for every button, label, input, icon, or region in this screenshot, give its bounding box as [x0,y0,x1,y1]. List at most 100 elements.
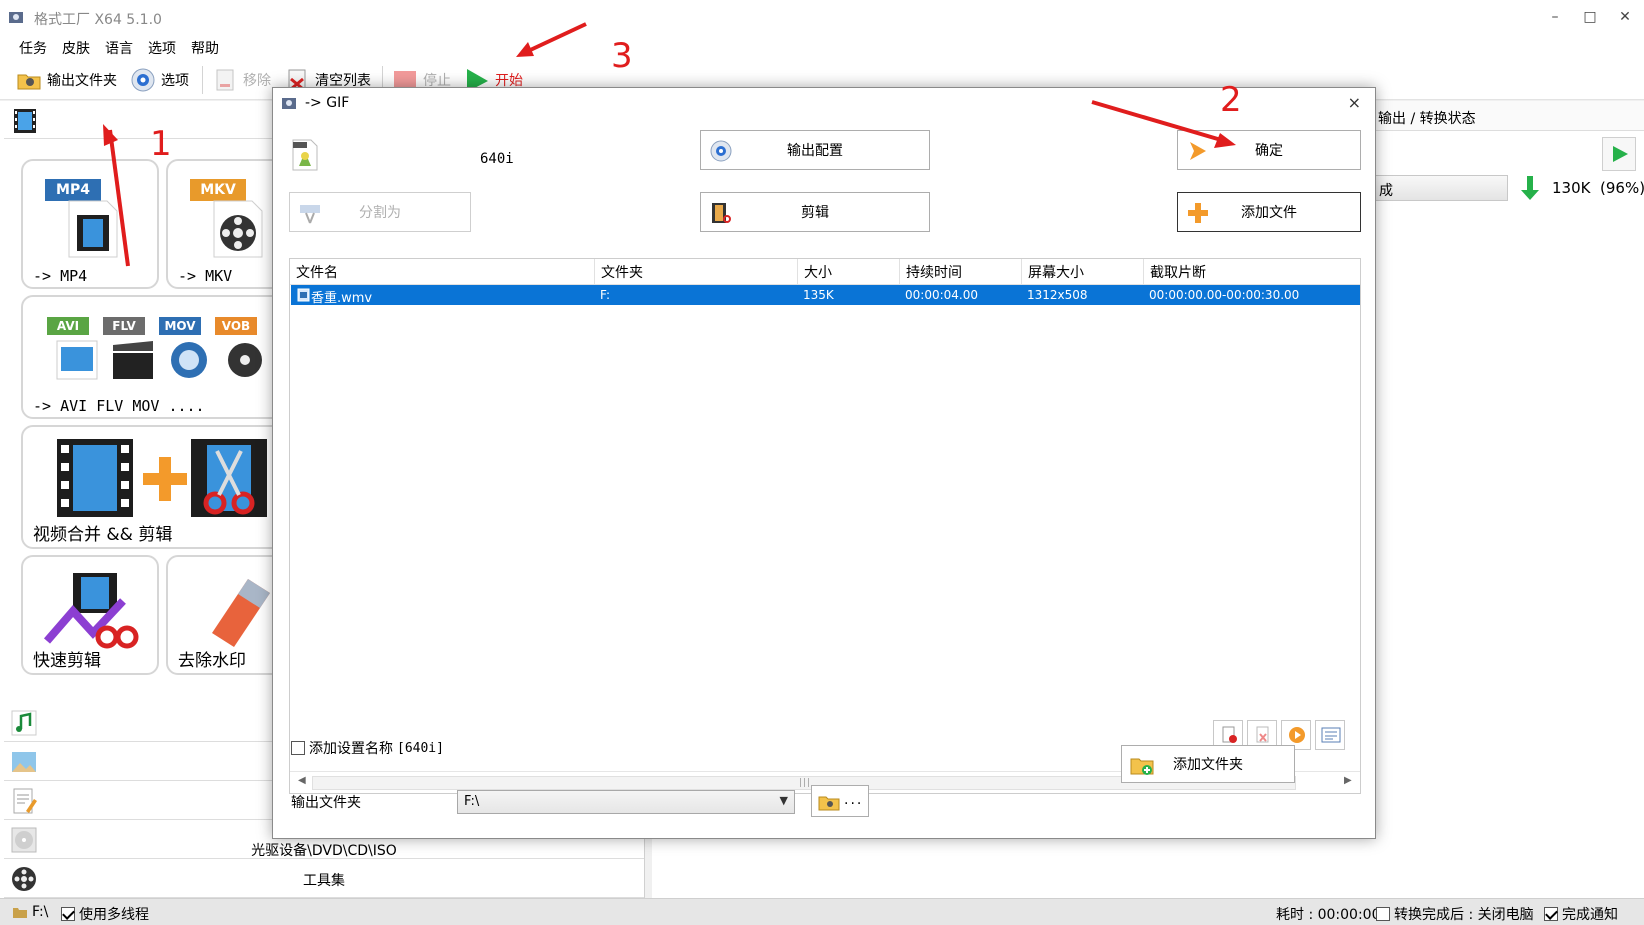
add-file-label: 添加文件 [1241,205,1297,221]
clapper-icon [113,341,153,379]
edit-button[interactable]: 剪辑 [700,192,930,232]
options-button[interactable]: 选项 [130,66,189,94]
add-folder-button[interactable]: 添加文件夹 [1121,745,1295,783]
output-folder-button[interactable]: 输出文件夹 [16,66,117,94]
picture-icon [12,752,36,772]
document-icon [13,788,37,814]
quicktime-icon [171,342,207,378]
task-percent-value: (96%) [1600,179,1644,197]
flv-badge: FLV [103,317,145,335]
col-screen-size[interactable]: 屏幕大小 [1022,259,1144,285]
menu-options[interactable]: 选项 [148,38,176,58]
remove-label: 移除 [243,73,271,89]
col-clip-range[interactable]: 截取片断 [1144,259,1360,285]
folder-icon [17,74,41,90]
task-start-button[interactable] [1602,137,1636,171]
output-folder-select[interactable]: F:\ ▼ [457,790,795,814]
file-list-table: 文件名 文件夹 大小 持续时间 屏幕大小 截取片断 香重.wmv F: 135K… [289,258,1361,794]
film-reel-icon [213,200,263,258]
output-status-header: 输出 / 转换状态 [1378,111,1476,127]
output-config-button[interactable]: 输出配置 [700,130,930,170]
table-row[interactable]: 香重.wmv F: 135K 00:00:04.00 1312x508 00:0… [291,285,1360,306]
table-header: 文件名 文件夹 大小 持续时间 屏幕大小 截取片断 [290,259,1360,285]
output-config-label: 输出配置 [787,143,843,159]
multithread-checkbox[interactable]: 使用多线程 [61,904,149,924]
download-arrow-icon [1521,176,1539,200]
info-card-icon [1321,727,1341,743]
menu-help[interactable]: 帮助 [191,38,219,58]
add-setting-name-check[interactable] [291,741,305,755]
col-filename[interactable]: 文件名 [290,259,595,285]
film-scissors-icon [712,203,731,223]
menu-task[interactable]: 任务 [19,38,47,58]
mkv-caption: -> MKV [178,267,233,285]
avi-file-icon [56,340,98,380]
task-status-text: 成 [1379,183,1393,199]
notify-checkbox[interactable]: 完成通知 [1544,904,1618,924]
music-note-icon [11,710,37,736]
app-logo-icon [9,12,23,23]
film-strip-icon [14,109,36,133]
after-convert-checkbox[interactable]: 转换完成后 : 关闭电脑 [1376,904,1534,924]
folder-icon [13,908,27,918]
ok-button[interactable]: 确定 [1177,130,1361,170]
row-screen-size: 1312x508 [1027,288,1088,302]
add-setting-name-checkbox[interactable]: 添加设置名称 [640i] [291,738,444,758]
gear-icon [710,140,732,162]
after-convert-label: 转换完成后 : 关闭电脑 [1394,907,1534,923]
remove-button[interactable]: 移除 [212,66,271,94]
plus-icon [1188,203,1208,223]
mp4-tile[interactable]: MP4 -> MP4 [21,159,159,289]
status-bar: F:\ 使用多线程 耗时 : 00:00:00 转换完成后 : 关闭电脑 完成通… [0,898,1644,925]
maximize-button[interactable]: □ [1575,6,1605,28]
annotation-number-3: 3 [611,36,633,76]
menu-language[interactable]: 语言 [105,38,133,58]
film-scissors-icon [191,439,267,517]
col-duration[interactable]: 持续时间 [900,259,1022,285]
title-bar: 格式工厂 X64 5.1.0 – □ ✕ [0,0,1644,34]
mkv-badge: MKV [190,179,246,201]
vob-badge: VOB [215,317,257,335]
avi-badge: AVI [47,317,89,335]
row-duration: 00:00:04.00 [905,288,978,302]
col-folder[interactable]: 文件夹 [595,259,798,285]
toolbar-separator [202,66,203,94]
col-size[interactable]: 大小 [798,259,900,285]
annotation-number-1: 1 [150,124,172,164]
add-setting-name-label: 添加设置名称 [309,741,393,757]
plus-icon [143,457,187,501]
gif-file-icon [292,139,318,171]
category-tools[interactable]: 工具集 [4,860,644,898]
menu-skin[interactable]: 皮肤 [62,38,90,58]
split-button[interactable]: 分割为 [289,192,471,232]
scroll-right-arrow-icon[interactable]: ▶ [1344,775,1352,786]
close-button[interactable]: ✕ [1610,6,1640,28]
multi-format-tile[interactable]: AVI FLV MOV VOB -> AVI FLV MOV .... [21,295,304,419]
row-clip-range: 00:00:00.00-00:00:30.00 [1149,288,1300,302]
merge-edit-tile[interactable]: 视频合并 && 剪辑 [21,425,304,549]
remove-file-icon [1222,726,1237,743]
quick-edit-tile[interactable]: 快速剪辑 [21,555,159,675]
merge-edit-caption: 视频合并 && 剪辑 [33,525,173,545]
media-info-button[interactable] [1315,720,1345,750]
video-file-icon [297,288,310,302]
mp4-caption: -> MP4 [33,267,88,285]
gear-icon [131,68,155,92]
gif-convert-dialog: -> GIF × 640i 输出配置 确定 分割为 剪辑 添加文件 文件名 文件… [272,87,1376,839]
browse-folder-button[interactable]: ... [811,785,869,817]
split-label: 分割为 [359,205,401,221]
scroll-left-arrow-icon[interactable]: ◀ [298,775,306,786]
add-file-button[interactable]: 添加文件 [1177,192,1361,232]
scrollbar-grip-icon: ||| [799,778,812,788]
multithread-label: 使用多线程 [79,907,149,923]
dialog-close-button[interactable]: × [1348,93,1361,112]
quick-edit-icon [43,573,139,649]
folder-icon [818,796,840,811]
multithread-check[interactable] [61,907,75,921]
minimize-button[interactable]: – [1540,6,1570,28]
row-folder: F: [600,288,611,302]
notify-check[interactable] [1544,907,1558,921]
after-convert-check[interactable] [1376,907,1390,921]
status-drive: F:\ [12,904,48,920]
row-filename: 香重.wmv [311,291,373,306]
